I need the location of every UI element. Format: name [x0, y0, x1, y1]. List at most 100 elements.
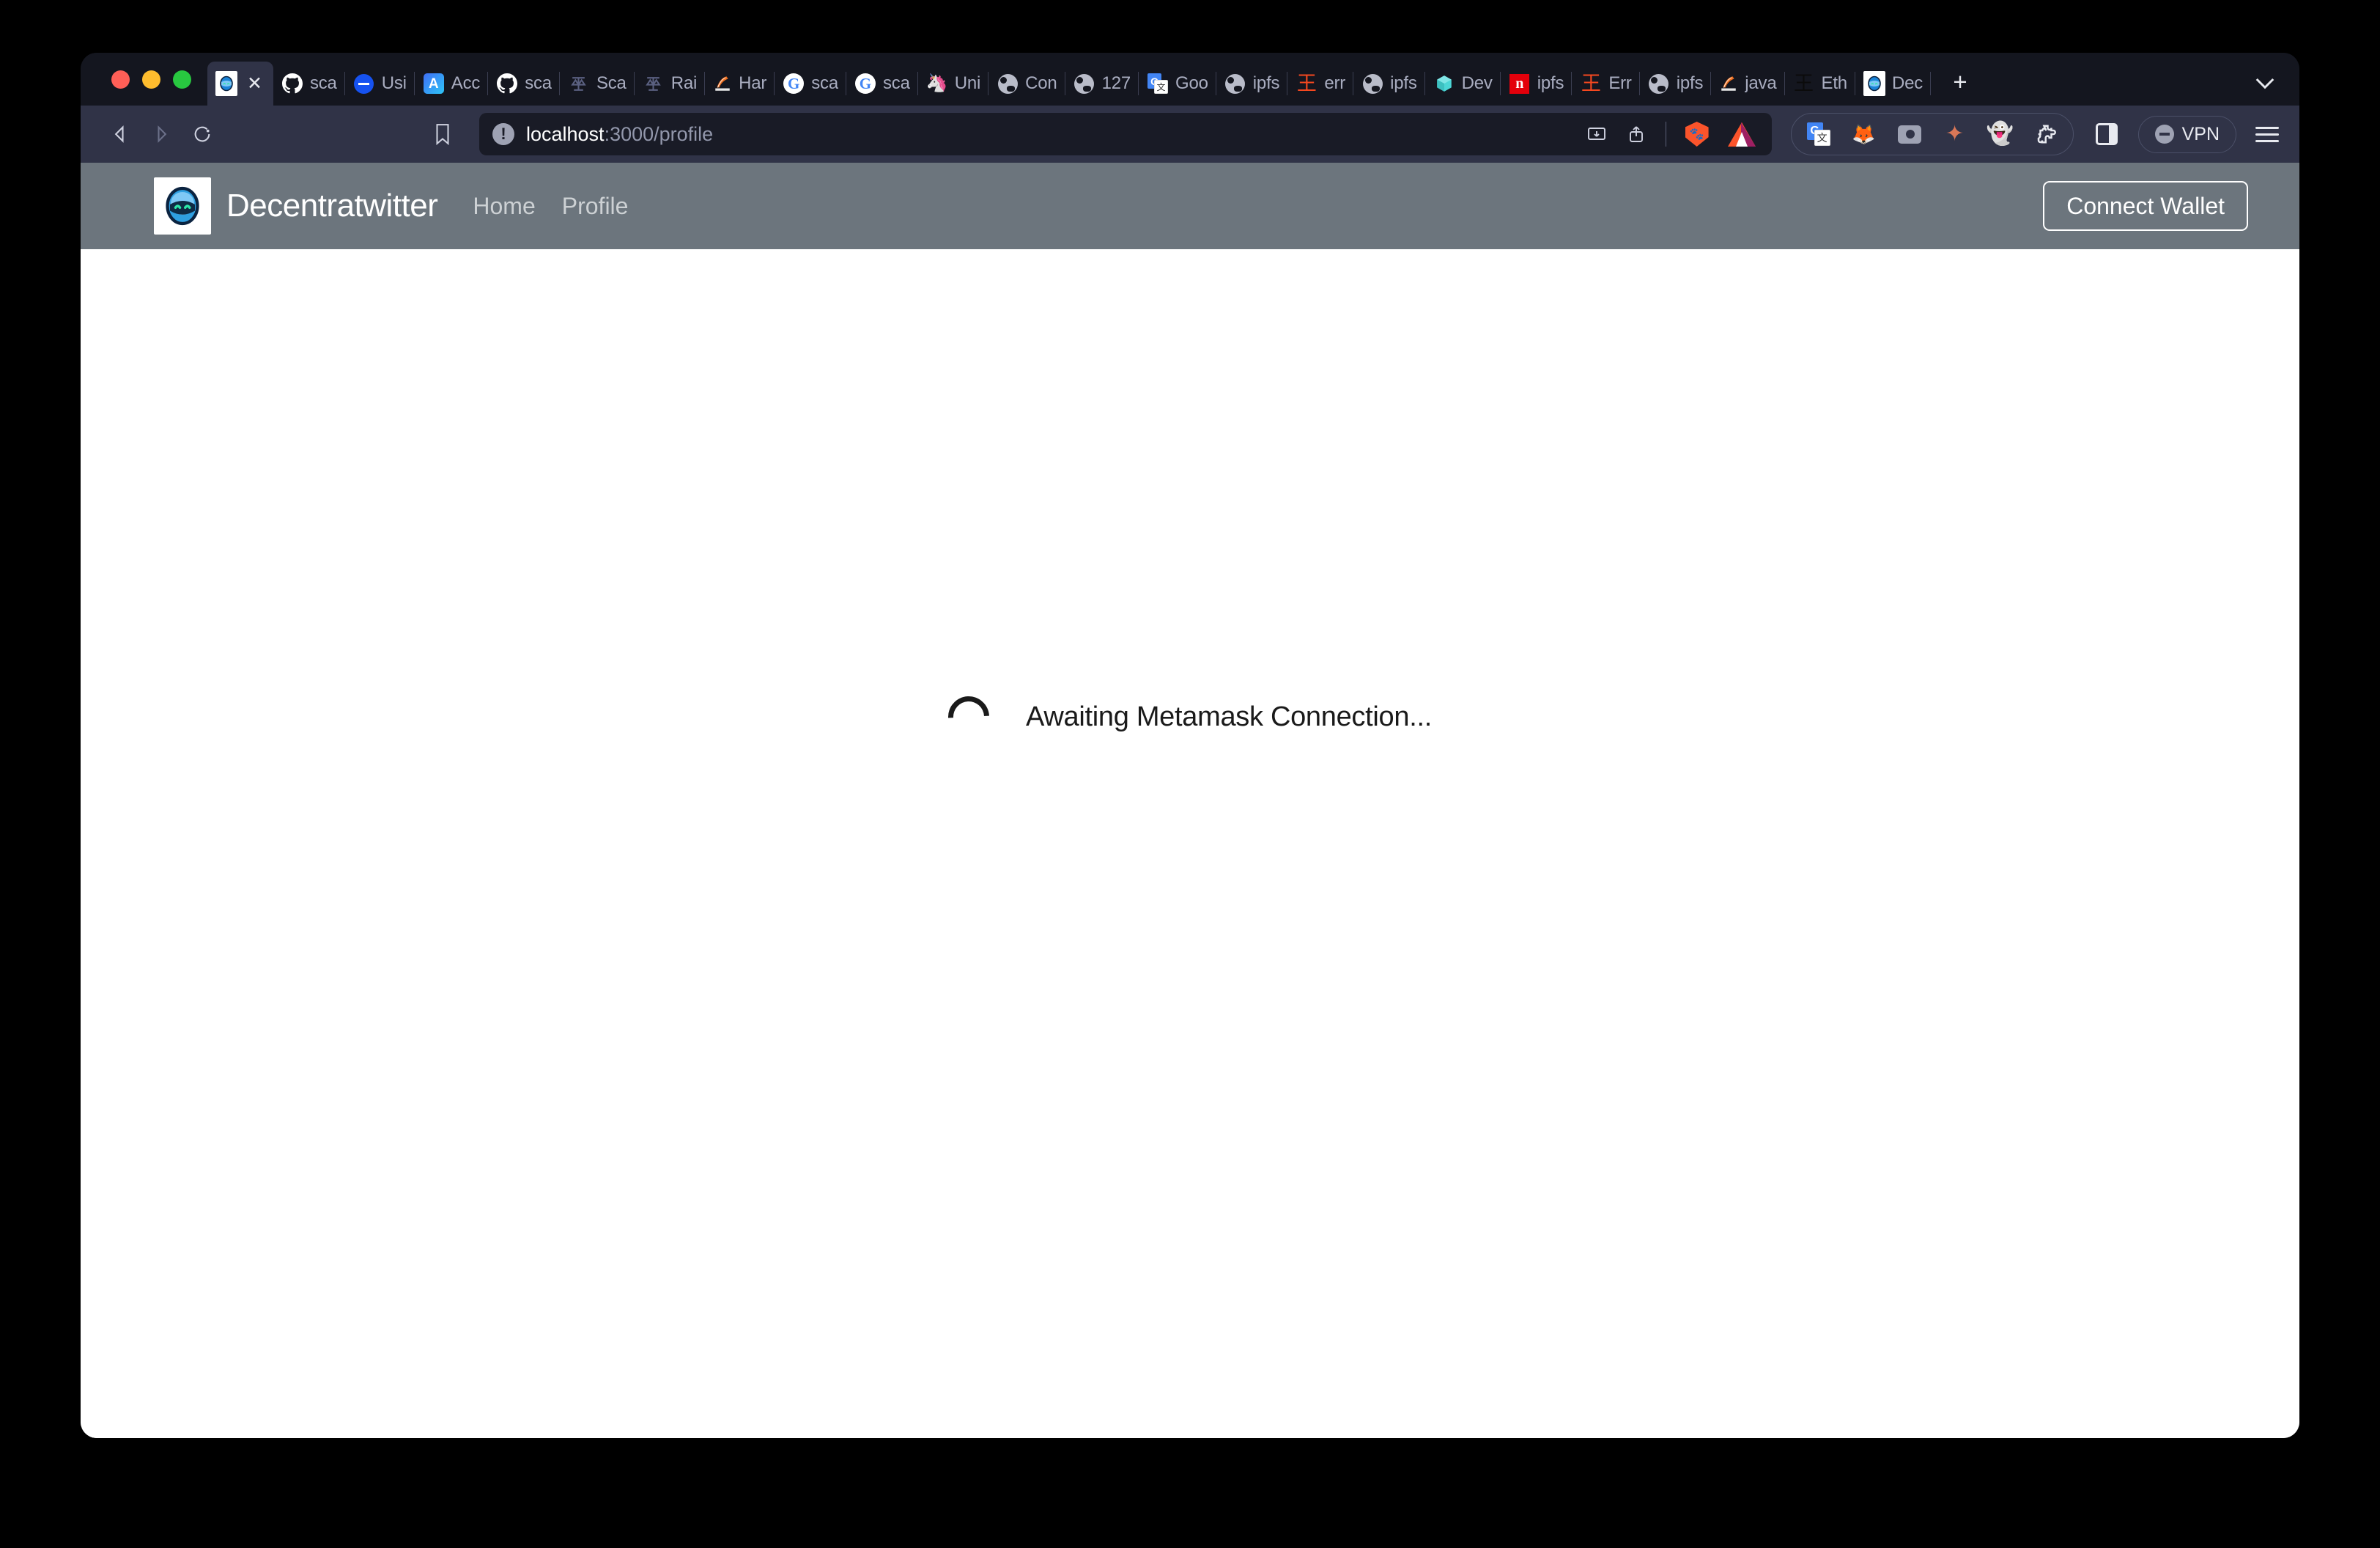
browser-toolbar: ! localhost:3000/profile 🐾 G文 🦊 ✦ �	[81, 106, 2299, 163]
browser-tab-globe-1[interactable]: Con	[988, 62, 1065, 106]
browser-tab-globe-5[interactable]: ipfs	[1640, 62, 1712, 106]
google-icon: G	[854, 73, 876, 95]
browser-tab-github-1[interactable]: sca	[273, 62, 345, 106]
scale-icon	[568, 73, 590, 95]
tab-label: err	[1324, 73, 1345, 94]
browser-tab-scale-2[interactable]: Rai	[635, 62, 705, 106]
site-info-warning-icon[interactable]: !	[492, 123, 514, 145]
browser-tab-hardhat-1[interactable]: Har	[705, 62, 775, 106]
address-bar[interactable]: ! localhost:3000/profile 🐾	[479, 113, 1772, 155]
sidebar-toggle-button[interactable]	[2096, 123, 2118, 145]
globe-icon	[997, 73, 1019, 95]
picture-in-picture-icon[interactable]	[1586, 124, 1607, 144]
metamask-icon[interactable]: 🦊	[1852, 122, 1877, 147]
forward-button[interactable]	[141, 114, 182, 155]
browser-menu-button[interactable]	[2255, 127, 2279, 142]
back-button[interactable]	[100, 114, 141, 155]
browser-tab-google-1[interactable]: G sca	[775, 62, 846, 106]
tab-label: Usi	[382, 73, 407, 94]
window-maximize-button[interactable]	[173, 70, 191, 89]
ethereum-dark-icon: 王	[1793, 73, 1815, 95]
browser-tab-globe-4[interactable]: ipfs	[1353, 62, 1425, 106]
browser-tab-globe-2[interactable]: 127	[1065, 62, 1139, 106]
loading-spinner-icon	[939, 688, 997, 745]
tab-label: Acc	[451, 73, 480, 94]
tab-strip: ✕ sca Usi A Acc sca	[81, 53, 2299, 106]
browser-tab-scale-1[interactable]: Sca	[560, 62, 635, 106]
nav-link-profile[interactable]: Profile	[562, 193, 629, 220]
browser-tab-active[interactable]: ✕	[207, 62, 273, 106]
tab-label: Har	[739, 73, 766, 94]
tab-label: 127	[1102, 73, 1131, 94]
npm-icon: n	[1509, 73, 1531, 95]
browser-tab-cube[interactable]: Dev	[1425, 62, 1501, 106]
bookmark-icon[interactable]	[422, 114, 463, 155]
browser-tab-google-translate[interactable]: G文 Goo	[1139, 62, 1216, 106]
google-translate-icon[interactable]: G文	[1806, 122, 1831, 147]
tab-label: Dev	[1462, 73, 1493, 94]
browser-tab-coinbase[interactable]: Usi	[345, 62, 415, 106]
url-text: localhost:3000/profile	[526, 123, 713, 146]
ethereum-red-icon: 王	[1580, 73, 1602, 95]
tab-close-icon[interactable]: ✕	[244, 75, 265, 93]
tab-label: ipfs	[1537, 73, 1564, 94]
tab-label: java	[1745, 73, 1776, 94]
window-traffic-lights	[98, 53, 207, 106]
window-close-button[interactable]	[111, 70, 130, 89]
globe-icon	[1073, 73, 1095, 95]
browser-tab-ethereum-red-2[interactable]: 王 Err	[1572, 62, 1639, 106]
tab-label: sca	[811, 73, 838, 94]
vpn-button[interactable]: VPN	[2138, 116, 2236, 153]
hardhat-icon	[1719, 74, 1738, 93]
browser-window: ✕ sca Usi A Acc sca	[81, 53, 2299, 1438]
extensions-puzzle-icon[interactable]	[2033, 122, 2058, 147]
tab-list-chevron-down-icon[interactable]	[2254, 73, 2276, 95]
tab-list: ✕ sca Usi A Acc sca	[207, 53, 2254, 106]
share-icon[interactable]	[1626, 124, 1647, 144]
brave-shields-icon[interactable]: 🐾	[1685, 122, 1709, 147]
globe-icon	[1361, 73, 1383, 95]
tab-label: sca	[525, 73, 552, 94]
github-icon	[496, 73, 518, 95]
browser-tab-globe-3[interactable]: ipfs	[1216, 62, 1288, 106]
browser-tab-ethereum-red-1[interactable]: 王 err	[1287, 62, 1353, 106]
vpn-label: VPN	[2182, 124, 2220, 145]
tab-label: Con	[1025, 73, 1057, 94]
decentratwitter-robot-icon	[215, 73, 237, 95]
browser-tab-npm[interactable]: n ipfs	[1501, 62, 1572, 106]
loading-status: Awaiting Metamask Connection...	[948, 696, 1432, 737]
hardhat-icon	[713, 74, 732, 93]
coinbase-icon	[353, 73, 375, 95]
reload-button[interactable]	[182, 114, 223, 155]
claude-icon[interactable]: ✦	[1943, 122, 1967, 147]
brave-rewards-icon[interactable]	[1728, 122, 1756, 147]
tab-label: Err	[1608, 73, 1631, 94]
tab-label: Rai	[671, 73, 697, 94]
address-bar-actions: 🐾	[1586, 122, 1759, 147]
connect-wallet-button[interactable]: Connect Wallet	[2043, 181, 2248, 231]
browser-tab-google-2[interactable]: G sca	[846, 62, 918, 106]
tab-label: Dec	[1892, 73, 1923, 94]
url-host: localhost	[526, 123, 605, 145]
globe-icon	[1648, 73, 1670, 95]
nav-link-home[interactable]: Home	[473, 193, 535, 220]
browser-tab-github-2[interactable]: sca	[488, 62, 560, 106]
brand-link[interactable]: Decentratwitter	[154, 177, 437, 235]
browser-tab-ethereum-dark[interactable]: 王 Eth	[1785, 62, 1855, 106]
brand-name: Decentratwitter	[226, 188, 437, 224]
browser-tab-alchemy[interactable]: A Acc	[415, 62, 488, 106]
tab-label: Sca	[596, 73, 627, 94]
tab-label: sca	[310, 73, 337, 94]
tab-label: Uni	[955, 73, 980, 94]
window-minimize-button[interactable]	[142, 70, 160, 89]
browser-tab-uniswap[interactable]: 🦄 Uni	[918, 62, 988, 106]
new-tab-button[interactable]: +	[1941, 63, 1979, 101]
tab-label: sca	[883, 73, 910, 94]
camera-icon[interactable]	[1897, 122, 1922, 147]
ghostery-icon[interactable]: 👻	[1988, 122, 2013, 147]
browser-tab-hardhat-2[interactable]: java	[1711, 62, 1784, 106]
browser-tab-decentratwitter-2[interactable]: Dec	[1855, 62, 1931, 106]
alchemy-icon: A	[423, 73, 445, 95]
tab-label: Eth	[1822, 73, 1847, 94]
cube-icon	[1433, 73, 1455, 95]
